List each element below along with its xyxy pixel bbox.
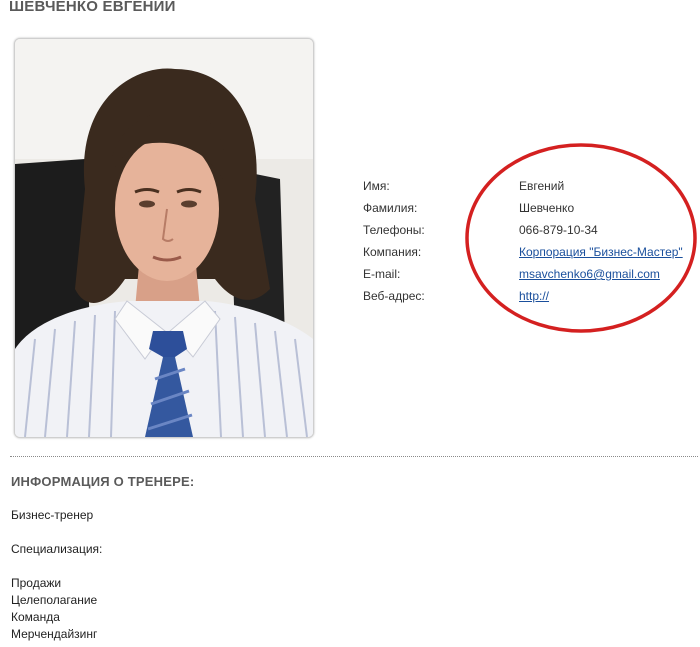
first-name-label: Имя: <box>363 179 390 193</box>
email-link[interactable]: msavchenko6@gmail.com <box>519 267 660 281</box>
contact-row-phones: Телефоны: 066-879-10-34 <box>363 219 683 241</box>
specialization-item: Мерчендайзинг <box>11 627 98 641</box>
website-link[interactable]: http:// <box>519 289 549 303</box>
email-label: E-mail: <box>363 267 401 281</box>
contact-row-last-name: Фамилия: Шевченко <box>363 197 683 219</box>
website-label: Веб-адрес: <box>363 289 425 303</box>
phones-label: Телефоны: <box>363 223 425 237</box>
last-name-value: Шевченко <box>519 201 575 215</box>
trainer-photo-image <box>15 39 313 437</box>
contact-row-company: Компания: Корпорация "Бизнес-Мастер" <box>363 241 683 263</box>
specialization-label: Специализация: <box>11 542 103 556</box>
contact-details: Имя: Евгений Фамилия: Шевченко Телефоны:… <box>363 175 683 307</box>
contact-row-first-name: Имя: Евгений <box>363 175 683 197</box>
specialization-item: Команда <box>11 610 60 624</box>
phones-value: 066-879-10-34 <box>519 223 598 237</box>
specialization-item: Продажи <box>11 576 62 590</box>
company-link[interactable]: Корпорация "Бизнес-Мастер" <box>519 245 683 259</box>
last-name-label: Фамилия: <box>363 201 418 215</box>
specialization-item: Целеполагание <box>11 593 98 607</box>
trainer-role: Бизнес-тренер <box>11 508 94 522</box>
page-title: ШЕВЧЕНКО ЕВГЕНИЙ <box>9 0 176 15</box>
trainer-photo <box>14 38 314 438</box>
first-name-value: Евгений <box>519 179 565 193</box>
trainer-info-heading: ИНФОРМАЦИЯ О ТРЕНЕРЕ: <box>11 474 195 489</box>
contact-row-website: Веб-адрес: http:// <box>363 285 683 307</box>
company-label: Компания: <box>363 245 422 259</box>
contact-row-email: E-mail: msavchenko6@gmail.com <box>363 263 683 285</box>
section-divider <box>10 456 698 457</box>
trainer-info-body: Бизнес-тренер Специализация: Продажи Цел… <box>11 507 102 643</box>
